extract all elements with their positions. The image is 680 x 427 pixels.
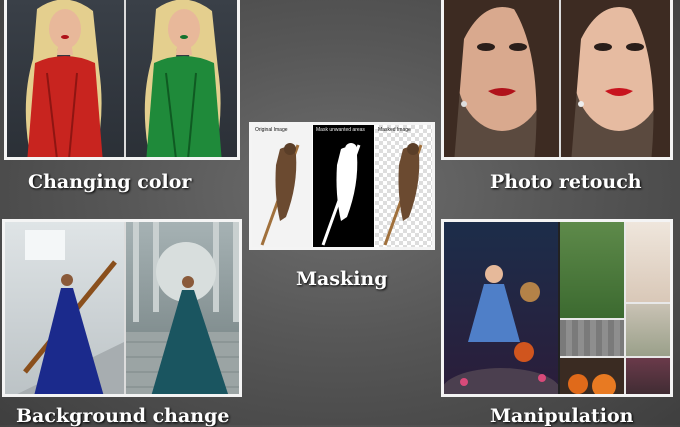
- after-background: [126, 222, 239, 394]
- masking-mask-label: Mask unwanted areas: [316, 127, 365, 133]
- before-red-dress: [7, 0, 124, 157]
- masking-result-panel: Masked Image: [375, 125, 432, 247]
- masking-mask-panel: Mask unwanted areas: [313, 125, 374, 247]
- masking-caption: Masking: [296, 268, 388, 290]
- masking-original-panel: Original Image: [252, 125, 312, 247]
- source-flowers: [626, 358, 670, 394]
- masking-original-label: Original Image: [255, 127, 288, 133]
- manipulation-image: [441, 219, 673, 397]
- changing-color-image: [4, 0, 240, 160]
- after-retouch: [561, 0, 670, 157]
- source-garden: [560, 222, 624, 318]
- background-change-image: [2, 219, 242, 397]
- photo-retouch-caption: Photo retouch: [490, 171, 642, 193]
- source-girl: [626, 222, 670, 302]
- changing-color-caption: Changing color: [28, 171, 192, 193]
- masking-result-label: Masked Image: [378, 127, 411, 133]
- source-cobblestone: [560, 320, 624, 356]
- manipulation-caption: Manipulation: [490, 405, 634, 427]
- background-change-caption: Background change: [16, 405, 230, 427]
- source-rabbit: [626, 304, 670, 356]
- before-retouch: [444, 0, 559, 157]
- manipulation-sources: [560, 222, 670, 394]
- before-background: [5, 222, 124, 394]
- after-green-dress: [126, 0, 237, 157]
- manipulation-composite: [444, 222, 558, 394]
- masking-image: Original Image Mask unwanted areas Maske…: [249, 122, 435, 250]
- source-pumpkins: [560, 358, 624, 394]
- photo-retouch-image: [441, 0, 673, 160]
